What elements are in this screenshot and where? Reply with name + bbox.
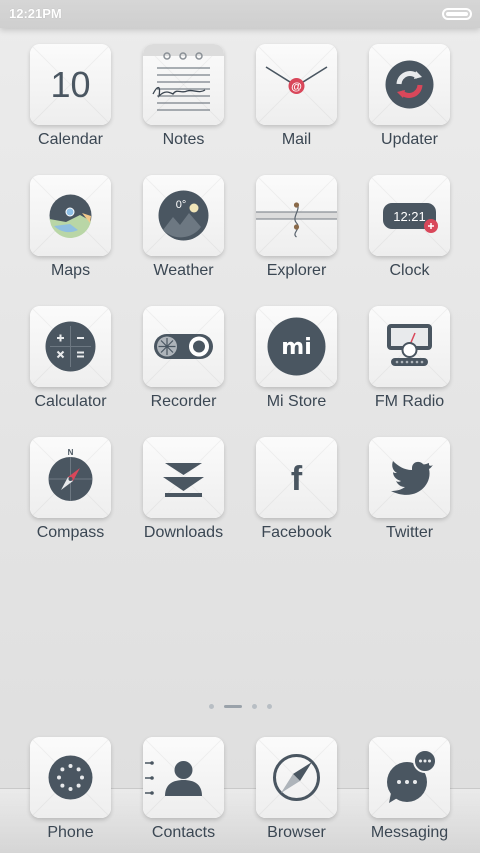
notes-icon xyxy=(143,44,224,125)
page-dot-active[interactable] xyxy=(223,704,242,708)
svg-text:N: N xyxy=(68,448,74,457)
app-downloads[interactable]: Downloads xyxy=(127,437,240,568)
app-label: Twitter xyxy=(385,524,434,541)
svg-text:mi: mi xyxy=(281,335,311,360)
svg-text:f: f xyxy=(291,460,303,498)
app-label: Facebook xyxy=(261,524,332,541)
facebook-icon: f xyxy=(256,437,337,518)
dock-messaging[interactable]: Messaging xyxy=(353,737,466,842)
app-facebook[interactable]: f Facebook xyxy=(240,437,353,568)
app-label: Weather xyxy=(153,262,214,279)
app-fm-radio[interactable]: FM Radio xyxy=(353,306,466,437)
app-label: Compass xyxy=(36,524,105,541)
page-dot[interactable] xyxy=(251,703,257,709)
twitter-icon xyxy=(369,437,450,518)
clock-icon: 12:21 xyxy=(369,175,450,256)
explorer-icon xyxy=(256,175,337,256)
app-label: Mi Store xyxy=(266,393,327,410)
phone-icon xyxy=(30,737,111,818)
app-label: Updater xyxy=(381,131,438,148)
app-label: Maps xyxy=(50,262,91,279)
page-dot[interactable] xyxy=(208,703,214,709)
mail-icon: @ xyxy=(256,44,337,125)
dock-phone[interactable]: Phone xyxy=(14,737,127,842)
dock-browser[interactable]: Browser xyxy=(240,737,353,842)
app-label: Clock xyxy=(389,262,430,279)
app-label: Downloads xyxy=(143,524,224,541)
app-explorer[interactable]: Explorer xyxy=(240,175,353,306)
app-mi-store[interactable]: mi Mi Store xyxy=(240,306,353,437)
app-label: Browser xyxy=(267,824,326,841)
app-calendar[interactable]: 10 Calendar xyxy=(14,44,127,175)
app-updater[interactable]: Updater xyxy=(353,44,466,175)
calendar-icon: 10 xyxy=(30,44,111,125)
maps-icon xyxy=(30,175,111,256)
browser-icon xyxy=(256,737,337,818)
app-label: Contacts xyxy=(151,824,216,841)
app-mail[interactable]: @ Mail xyxy=(240,44,353,175)
mi-store-icon: mi xyxy=(256,306,337,387)
calculator-icon xyxy=(30,306,111,387)
radio-icon xyxy=(369,306,450,387)
updater-icon xyxy=(369,44,450,125)
status-bar: 12:21PM xyxy=(0,0,480,28)
svg-text:10: 10 xyxy=(50,64,90,105)
page-indicator[interactable] xyxy=(0,701,480,711)
app-label: Mail xyxy=(281,131,312,148)
app-label: FM Radio xyxy=(374,393,445,410)
app-label: Recorder xyxy=(150,393,217,410)
app-grid: 10 Calendar Notes @ Mail Updater Maps 0°… xyxy=(14,44,466,568)
weather-icon: 0° xyxy=(143,175,224,256)
messaging-icon xyxy=(369,737,450,818)
app-label: Calendar xyxy=(38,131,103,148)
app-label: Notes xyxy=(162,131,205,148)
page-dot[interactable] xyxy=(266,703,272,709)
downloads-icon xyxy=(143,437,224,518)
app-notes[interactable]: Notes xyxy=(127,44,240,175)
app-label: Phone xyxy=(47,824,94,841)
status-time: 12:21PM xyxy=(9,6,62,21)
app-recorder[interactable]: Recorder xyxy=(127,306,240,437)
svg-text:12:21: 12:21 xyxy=(393,209,426,224)
svg-text:@: @ xyxy=(291,81,302,93)
battery-icon xyxy=(442,8,472,20)
contacts-icon xyxy=(143,737,224,818)
app-label: Messaging xyxy=(370,824,449,841)
app-maps[interactable]: Maps xyxy=(14,175,127,306)
app-calculator[interactable]: Calculator xyxy=(14,306,127,437)
app-weather[interactable]: 0° Weather xyxy=(127,175,240,306)
compass-icon: N xyxy=(30,437,111,518)
svg-text:0°: 0° xyxy=(176,199,187,211)
dock: Phone Contacts Browser Messaging xyxy=(14,737,466,842)
recorder-icon xyxy=(143,306,224,387)
app-clock[interactable]: 12:21 Clock xyxy=(353,175,466,306)
app-compass[interactable]: N Compass xyxy=(14,437,127,568)
app-twitter[interactable]: Twitter xyxy=(353,437,466,568)
dock-contacts[interactable]: Contacts xyxy=(127,737,240,842)
app-label: Explorer xyxy=(266,262,327,279)
app-label: Calculator xyxy=(34,393,107,410)
